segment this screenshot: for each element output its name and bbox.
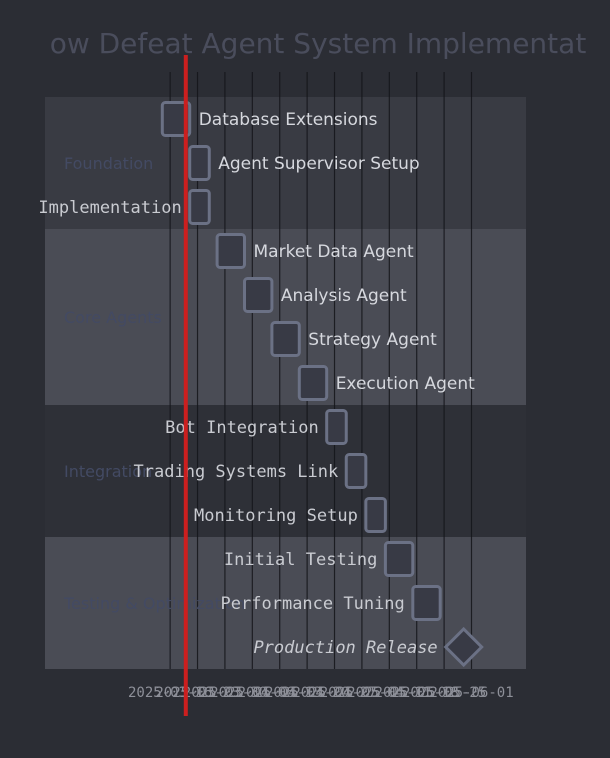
task-label: Trading Systems Link (134, 462, 339, 482)
task-bar (325, 409, 348, 445)
task-label: Production Release (253, 638, 437, 658)
task-bar (215, 233, 247, 269)
task-bar (411, 585, 442, 621)
task-bar (297, 365, 329, 401)
task-label: Implementation (38, 198, 181, 218)
task-bar (364, 497, 387, 533)
task-bar (383, 541, 415, 577)
task-label: Performance Tuning (221, 594, 405, 614)
task-bar (188, 145, 211, 181)
chart-title: ow Defeat Agent System Implementat (50, 27, 587, 60)
task-bar (344, 453, 368, 489)
task-label: Monitoring Setup (194, 506, 358, 526)
tick-label: 2025-06-01 (429, 685, 513, 701)
task-label: Agent Supervisor Setup (218, 154, 419, 174)
task-bar (243, 277, 274, 313)
gantt-chart: ow Defeat Agent System Implementat Found… (38, 27, 587, 716)
task-bar (270, 321, 301, 357)
task-label: Bot Integration (165, 418, 319, 438)
section-label: Core Agents (64, 308, 162, 327)
task-label: Analysis Agent (281, 286, 407, 306)
section-label: Foundation (64, 154, 153, 173)
section-label: Testing & Optimization (63, 594, 245, 613)
task-label: Strategy Agent (308, 330, 437, 350)
task-label: Market Data Agent (254, 242, 414, 262)
task-label: Execution Agent (336, 374, 475, 394)
task-label: Database Extensions (199, 110, 378, 130)
task-bar (188, 189, 211, 225)
task-label: Initial Testing (224, 550, 378, 570)
